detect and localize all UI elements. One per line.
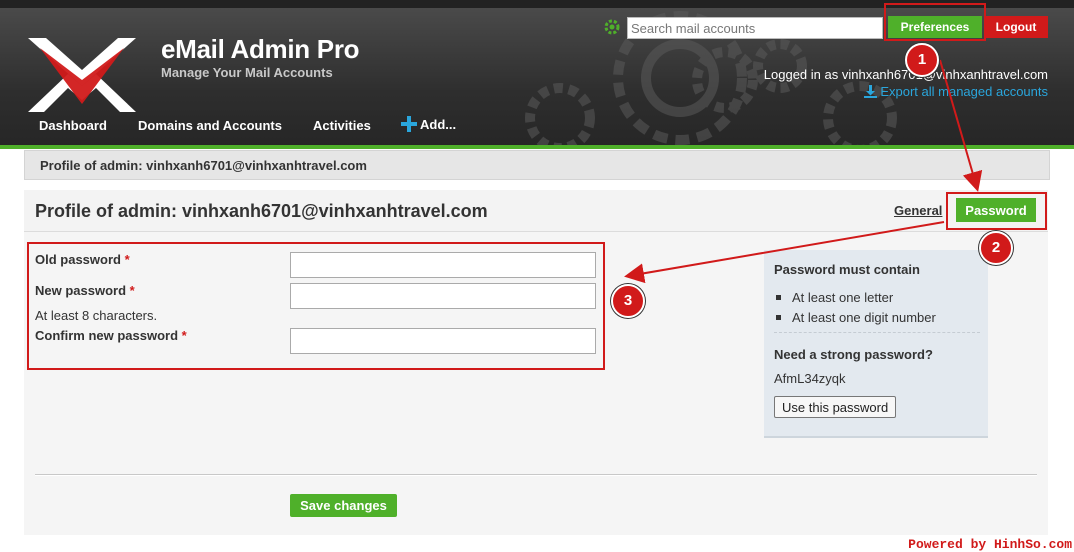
logged-in-text: Logged in as vinhxanh6701@vinhxanhtravel… [763, 67, 1048, 82]
required-marker: * [181, 328, 187, 343]
new-password-hint: At least 8 characters. [35, 308, 158, 323]
nav-activities[interactable]: Activities [313, 118, 371, 133]
page-title: Profile of admin: vinhxanh6701@vinhxanht… [35, 201, 488, 221]
search-gear-icon [604, 19, 620, 35]
export-label: Export all managed accounts [880, 84, 1048, 99]
nav-dashboard[interactable]: Dashboard [39, 118, 107, 133]
logout-button[interactable]: Logout [984, 16, 1048, 38]
strong-password-title: Need a strong password? [774, 347, 933, 362]
form-divider [35, 474, 1037, 476]
step-badge-2: 2 [979, 231, 1013, 265]
suggested-password: AfmL34zyqk [774, 371, 846, 386]
watermark: Powered by HinhSo.com [908, 537, 1072, 552]
step-badge-1: 1 [905, 43, 939, 77]
new-password-label: New password * [35, 283, 135, 298]
rule-text: At least one letter [792, 289, 894, 305]
panel-header: Profile of admin: vinhxanh6701@vinhxanht… [24, 190, 1048, 232]
bullet-icon [776, 314, 781, 320]
new-password-input[interactable] [290, 283, 596, 309]
rules-list: At least one letter At least one digit n… [774, 287, 936, 327]
tab-password[interactable]: Password [956, 198, 1036, 222]
app-subtitle: Manage Your Mail Accounts [161, 65, 333, 80]
required-marker: * [124, 252, 130, 267]
rules-title: Password must contain [774, 262, 920, 277]
download-icon [864, 85, 878, 98]
step-badge-3: 3 [611, 284, 645, 318]
search-input[interactable] [627, 17, 883, 39]
profile-panel: Profile of admin: vinhxanh6701@vinhxanht… [24, 190, 1048, 535]
bullet-icon [776, 294, 781, 300]
preferences-button[interactable]: Preferences [888, 16, 982, 38]
save-changes-button[interactable]: Save changes [290, 494, 397, 517]
old-password-label-text: Old password [35, 252, 121, 267]
export-link[interactable]: Export all managed accounts [864, 84, 1048, 99]
old-password-label: Old password * [35, 252, 130, 267]
confirm-password-label-text: Confirm new password [35, 328, 179, 343]
rules-divider [774, 332, 980, 333]
new-password-label-text: New password [35, 283, 127, 298]
rule-text: At least one digit number [792, 309, 936, 325]
list-item: At least one letter [774, 287, 936, 307]
plus-icon [401, 116, 417, 132]
old-password-input[interactable] [290, 252, 596, 278]
nav-add-label: Add... [420, 116, 457, 132]
confirm-password-input[interactable] [290, 328, 596, 354]
breadcrumb: Profile of admin: vinhxanh6701@vinhxanht… [24, 150, 1050, 180]
list-item: At least one digit number [774, 307, 936, 327]
nav-add[interactable]: Add... [401, 116, 456, 132]
header-accent-bar [0, 145, 1074, 149]
envelope-logo-icon [28, 38, 136, 112]
required-marker: * [129, 283, 135, 298]
use-password-button[interactable]: Use this password [774, 396, 897, 418]
confirm-password-label: Confirm new password * [35, 328, 187, 343]
app-title: eMail Admin Pro [161, 34, 360, 64]
tab-general[interactable]: General [894, 203, 942, 218]
nav-domains-accounts[interactable]: Domains and Accounts [138, 118, 282, 133]
password-rules-box: Password must contain At least one lette… [764, 250, 988, 438]
